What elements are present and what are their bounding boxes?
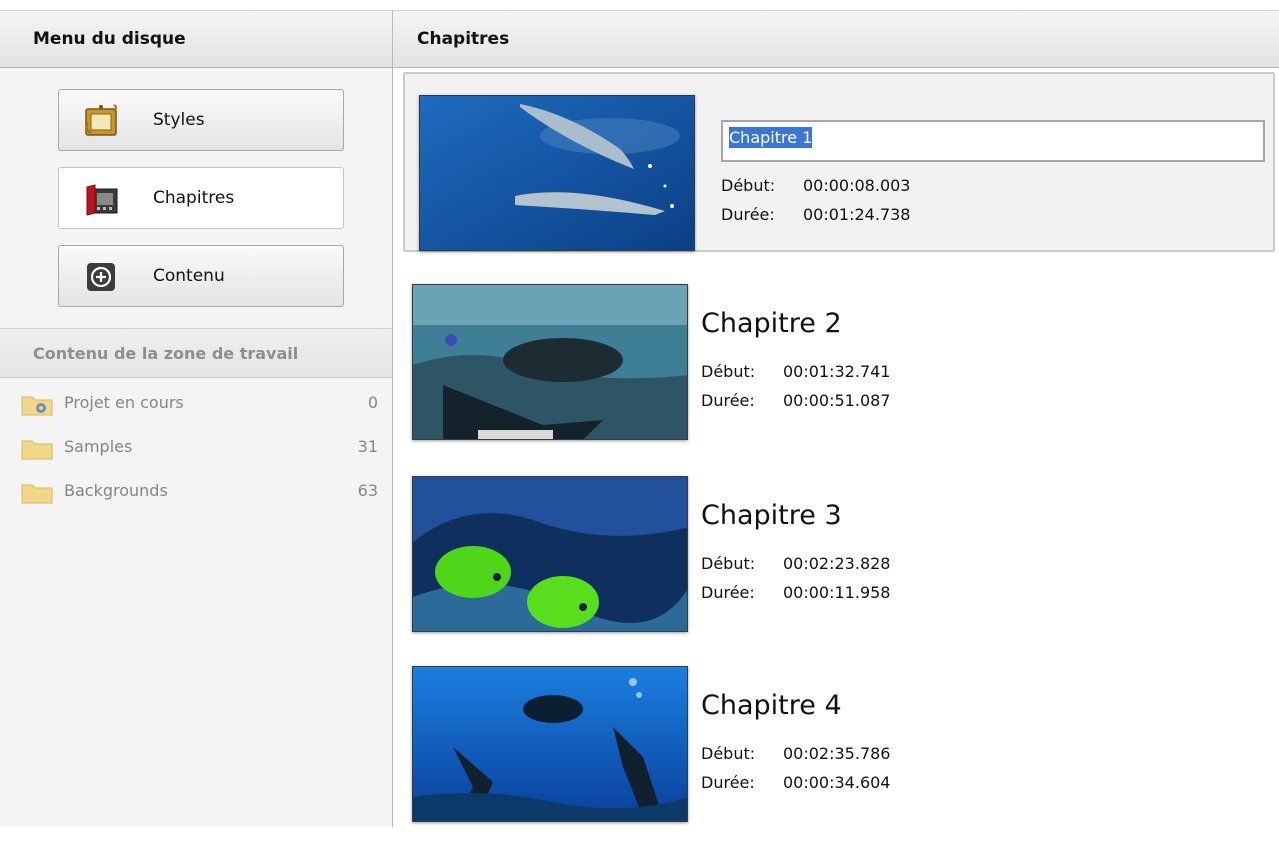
workspace-item-samples[interactable]: Samples 31 xyxy=(0,427,392,467)
start-value: 00:01:32.741 xyxy=(783,362,891,381)
workspace-item-label: Samples xyxy=(64,437,133,456)
workspace-item-current-project[interactable]: Projet en cours 0 xyxy=(0,383,392,423)
workspace-item-label: Projet en cours xyxy=(64,393,184,412)
chapter-item[interactable]: Chapitre 4 Début: 00:02:35.786 Durée: 00:0… xyxy=(403,662,1275,842)
chapter-item[interactable]: Chapitre 1 Début: 00:00:08.003 Durée: 00:0… xyxy=(403,72,1275,252)
chapters-button[interactable]: Chapitres xyxy=(58,167,344,229)
film-chapters-icon xyxy=(83,181,119,217)
chapter-name-input[interactable]: Chapitre 1 xyxy=(721,120,1265,162)
start-value: 00:02:23.828 xyxy=(783,554,891,573)
workspace-item-backgrounds[interactable]: Backgrounds 63 xyxy=(0,471,392,511)
chapter-start: Début: 00:01:32.741 xyxy=(701,362,890,381)
duration-label: Durée: xyxy=(701,773,755,792)
workspace-item-count: 0 xyxy=(367,393,378,412)
folder-icon xyxy=(21,438,53,460)
start-label: Début: xyxy=(701,744,756,763)
chapter-thumbnail[interactable] xyxy=(419,95,695,251)
workspace-item-label: Backgrounds xyxy=(64,481,168,500)
start-label: Début: xyxy=(721,176,776,195)
start-label: Début: xyxy=(701,554,756,573)
start-value: 00:00:08.003 xyxy=(803,176,911,195)
chapter-title: Chapitre 4 xyxy=(701,690,842,721)
chapter-thumbnail[interactable] xyxy=(412,284,688,440)
chapter-thumbnail[interactable] xyxy=(412,476,688,632)
duration-value: 00:01:24.738 xyxy=(803,205,911,224)
styles-button-label: Styles xyxy=(153,110,205,130)
chapter-item[interactable]: Chapitre 2 Début: 00:01:32.741 Durée: 00:0… xyxy=(403,280,1275,460)
chapter-duration: Durée: 00:00:34.604 xyxy=(701,773,890,792)
content-button[interactable]: Contenu xyxy=(58,245,344,307)
start-value: 00:02:35.786 xyxy=(783,744,891,763)
duration-value: 00:00:34.604 xyxy=(783,773,891,792)
chapter-name-text: Chapitre 1 xyxy=(729,127,813,148)
chapter-start: Début: 00:02:23.828 xyxy=(701,554,890,573)
start-label: Début: xyxy=(701,362,756,381)
chapter-start: Début: 00:02:35.786 xyxy=(701,744,890,763)
chapter-duration: Durée: 00:00:51.087 xyxy=(701,391,890,410)
chapter-title: Chapitre 2 xyxy=(701,308,842,339)
chapter-item[interactable]: Chapitre 3 Début: 00:02:23.828 Durée: 00:0… xyxy=(403,472,1275,652)
folder-icon xyxy=(21,482,53,504)
chapters-panel: Chapitres Chapitre 1 Début: 00:00:08.003 … xyxy=(393,10,1279,827)
chapter-duration: Durée: 00:01:24.738 xyxy=(721,205,910,224)
chapter-start: Début: 00:00:08.003 xyxy=(721,176,910,195)
duration-label: Durée: xyxy=(721,205,775,224)
chapter-thumbnail[interactable] xyxy=(412,666,688,822)
disc-menu-panel: Menu du disque Styles Chapitres Contenu … xyxy=(0,10,393,827)
add-circle-icon xyxy=(83,259,119,295)
gear-folder-icon xyxy=(21,394,53,416)
duration-label: Durée: xyxy=(701,583,755,602)
duration-value: 00:00:51.087 xyxy=(783,391,891,410)
picture-frame-icon xyxy=(83,103,119,139)
styles-button[interactable]: Styles xyxy=(58,89,344,151)
chapters-button-label: Chapitres xyxy=(153,188,235,208)
chapters-header: Chapitres xyxy=(393,10,1279,68)
workspace-item-count: 31 xyxy=(357,437,378,456)
chapter-duration: Durée: 00:00:11.958 xyxy=(701,583,890,602)
workspace-item-count: 63 xyxy=(357,481,378,500)
duration-label: Durée: xyxy=(701,391,755,410)
duration-value: 00:00:11.958 xyxy=(783,583,891,602)
content-button-label: Contenu xyxy=(153,266,225,286)
workspace-header: Contenu de la zone de travail xyxy=(0,328,392,378)
disc-menu-header: Menu du disque xyxy=(0,10,392,68)
chapter-title: Chapitre 3 xyxy=(701,500,842,531)
